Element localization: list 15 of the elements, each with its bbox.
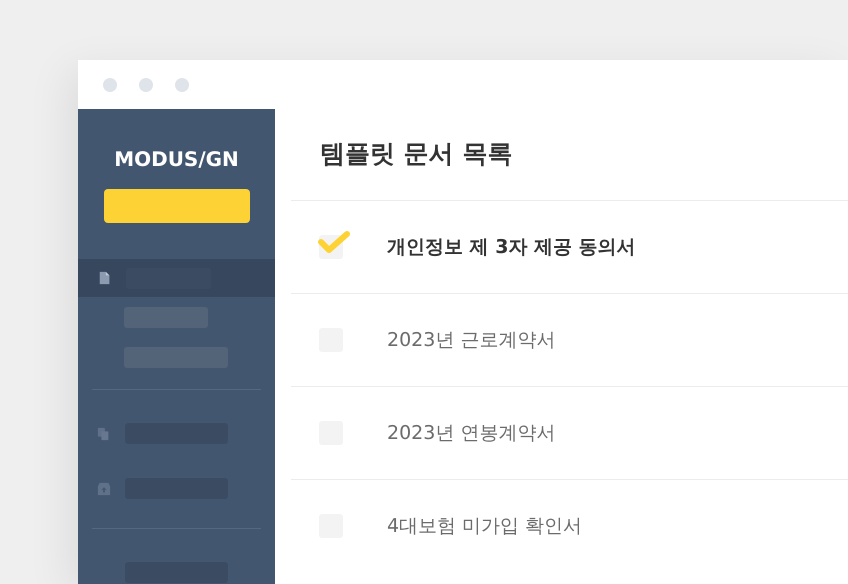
document-name[interactable]: 2023년 연봉계약서 — [387, 418, 556, 448]
logo: MODUS/GN — [113, 147, 240, 171]
document-name[interactable]: 2023년 근로계약서 — [387, 326, 556, 354]
check-icon — [317, 229, 351, 255]
primary-button[interactable] — [104, 189, 250, 223]
window-dot — [139, 78, 153, 92]
copy-icon — [97, 426, 111, 442]
file-icon — [98, 270, 112, 286]
nav-item[interactable] — [78, 259, 275, 297]
window-dot — [103, 78, 117, 92]
archive-icon — [97, 480, 111, 496]
page-title: 템플릿 문서 목록 — [320, 138, 514, 170]
document-name[interactable]: 4대보험 미가입 확인서 — [387, 512, 582, 540]
window-dot — [175, 78, 189, 92]
document-name[interactable]: 개인정보 제 3자 제공 동의서 — [387, 232, 636, 262]
